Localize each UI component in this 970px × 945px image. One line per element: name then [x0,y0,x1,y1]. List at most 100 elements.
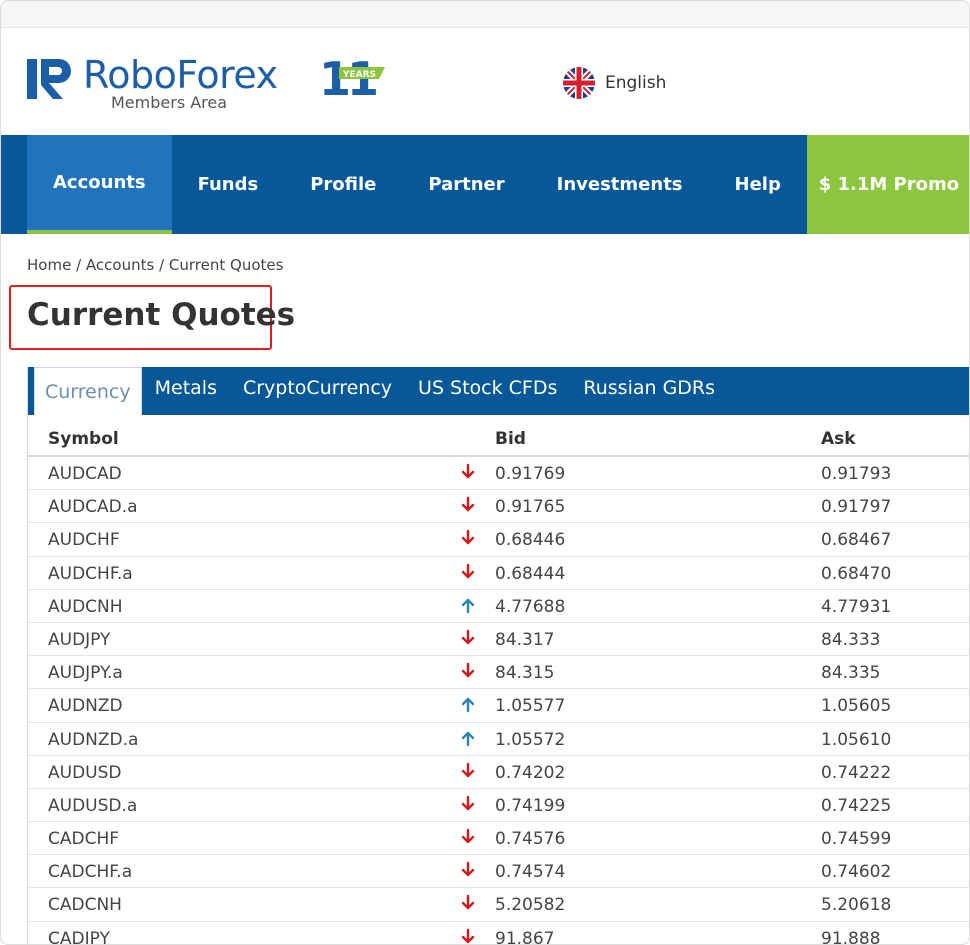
ask-cell: 91.888 [821,928,881,945]
nav-promo[interactable]: $ 1.1M Promo [806,135,969,234]
header-bid[interactable]: Bid [495,429,526,449]
symbol-cell: AUDUSD.a [48,795,138,816]
table-row[interactable]: AUDNZD.a 1.05572 1.05610 [28,723,969,756]
bid-cell: 0.68444 [495,563,566,584]
brand-subtitle: Members Area [111,93,228,112]
symbol-cell: CADCHF [48,829,120,850]
table-row[interactable]: AUDUSD 0.74202 0.74222 [28,756,969,789]
table-row[interactable]: AUDJPY.a 84.315 84.335 [28,656,969,690]
table-row[interactable]: AUDUSD.a 0.74199 0.74225 [28,789,969,823]
arrow-up-icon [461,731,475,746]
symbol-cell: AUDCAD.a [48,497,138,518]
ask-cell: 0.74225 [821,795,892,816]
ask-cell: 84.333 [821,629,881,650]
bid-cell: 0.74574 [495,862,566,883]
symbol-cell: AUDCHF [48,530,120,551]
bid-cell: 0.74576 [495,829,566,850]
bid-cell: 1.05577 [495,696,566,717]
arrow-up-icon [461,698,475,713]
nav-profile[interactable]: Profile [284,135,402,234]
tab-us-stock-cfds[interactable]: US Stock CFDs [405,367,570,409]
arrow-down-icon [461,895,475,910]
ask-cell: 0.91797 [821,497,892,518]
main-nav: Accounts Funds Profile Partner Investmen… [1,135,969,234]
symbol-cell: CADJPY [48,928,110,945]
bid-cell: 0.91765 [495,497,566,518]
table-row[interactable]: CADCHF.a 0.74574 0.74602 [28,855,969,889]
tab-currency[interactable]: Currency [34,367,142,415]
header-symbol[interactable]: Symbol [48,429,119,449]
language-label: English [605,73,667,93]
ask-cell: 1.05610 [821,729,892,750]
symbol-cell: AUDCNH [48,596,123,617]
table-row[interactable]: CADJPY 91.867 91.888 [28,922,969,945]
table-row[interactable]: AUDCHF.a 0.68444 0.68470 [28,557,969,590]
table-row[interactable]: AUDNZD 1.05577 1.05605 [28,689,969,723]
bid-cell: 91.867 [495,928,555,945]
symbol-cell: AUDJPY.a [48,663,123,684]
arrow-down-icon [461,762,475,777]
bid-cell: 0.74202 [495,762,566,783]
quotes-table: Symbol Bid Ask AUDCAD 0.91769 0.91793 AUDCA… [28,415,969,945]
arrow-down-icon [461,928,475,943]
tab-metals[interactable]: Metals [142,367,230,409]
bid-cell: 84.315 [495,663,555,684]
roboforex-logo-mark-icon [27,59,71,99]
page-title: Current Quotes [27,297,296,333]
table-row[interactable]: AUDJPY 84.317 84.333 [28,623,969,657]
arrow-down-icon [461,862,475,877]
breadcrumb-accounts[interactable]: Accounts [86,256,154,274]
ask-cell: 0.74599 [821,829,892,850]
arrow-down-icon [461,530,475,545]
symbol-cell: AUDCHF.a [48,563,133,584]
ask-cell: 4.77931 [821,596,892,617]
ask-cell: 0.74222 [821,762,892,783]
symbol-cell: AUDJPY [48,629,111,650]
nav-help[interactable]: Help [709,135,807,234]
tab-russian-gdrs[interactable]: Russian GDRs [570,367,728,409]
table-row[interactable]: CADCNH 5.20582 5.20618 [28,888,969,922]
table-body: AUDCAD 0.91769 0.91793 AUDCAD.a 0.91765 0.917… [28,457,969,945]
table-row[interactable]: AUDCAD.a 0.91765 0.91797 [28,490,969,524]
bid-cell: 1.05572 [495,729,566,750]
ask-cell: 5.20618 [821,895,892,916]
nav-accounts[interactable]: Accounts [27,135,172,234]
quotes-panel: Currency Metals CryptoCurrency US Stock … [27,367,969,945]
ask-cell: 0.91793 [821,464,892,484]
symbol-cell: AUDUSD [48,762,122,783]
language-selector[interactable]: English [563,67,666,99]
symbol-cell: CADCHF.a [48,862,133,883]
table-row[interactable]: CADCHF 0.74576 0.74599 [28,822,969,856]
bid-cell: 84.317 [495,629,555,650]
arrow-down-icon [461,496,475,512]
ask-cell: 0.68470 [821,563,892,584]
bid-cell: 0.91769 [495,464,566,484]
table-row[interactable]: AUDCHF 0.68446 0.68467 [28,523,969,557]
uk-flag-icon [563,67,595,99]
table-row[interactable]: AUDCAD 0.91769 0.91793 [28,457,969,491]
brand-name: RoboForex [83,53,278,97]
symbol-cell: AUDNZD.a [48,729,139,750]
roboforex-logo[interactable]: RoboForex Members Area 11 YEARS [27,53,407,115]
top-strip [1,1,969,28]
ask-cell: 1.05605 [821,696,892,717]
bid-cell: 5.20582 [495,895,566,916]
nav-partner[interactable]: Partner [402,135,530,234]
symbol-cell: CADCNH [48,895,122,916]
symbol-cell: AUDCAD [48,464,122,484]
bid-cell: 4.77688 [495,596,566,617]
table-header: Symbol Bid Ask [28,415,969,457]
arrow-down-icon [461,795,475,811]
breadcrumb-current: Current Quotes [168,256,284,274]
arrow-down-icon [461,828,475,844]
browser-frame: RoboForex Members Area 11 YEARS English … [0,0,970,945]
tab-cryptocurrency[interactable]: CryptoCurrency [230,367,405,409]
years-label: YEARS [342,70,376,80]
breadcrumb-home[interactable]: Home [27,256,71,274]
breadcrumb-separator: / [159,256,169,274]
nav-funds[interactable]: Funds [172,135,285,234]
arrow-down-icon [461,463,475,479]
nav-investments[interactable]: Investments [531,135,709,234]
table-row[interactable]: AUDCNH 4.77688 4.77931 [28,590,969,623]
header-ask[interactable]: Ask [821,429,856,449]
